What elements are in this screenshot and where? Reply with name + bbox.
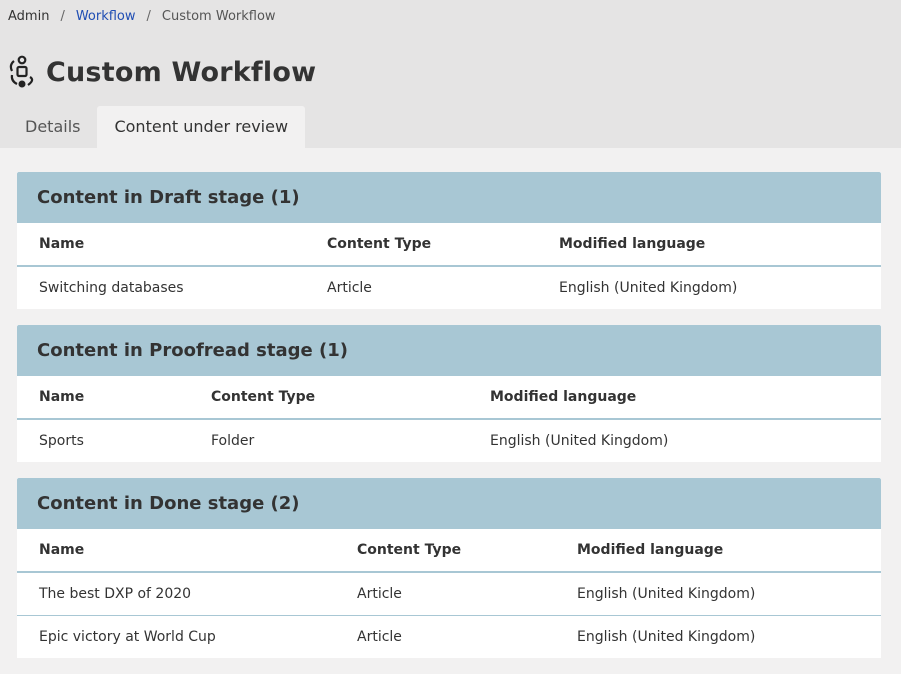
cell-modified-language: English (United Kingdom)	[490, 433, 669, 449]
column-header-name: Name	[17, 223, 305, 267]
column-header-modified-language: Modified language	[555, 529, 881, 573]
column-header-modified-language: Modified language	[537, 223, 881, 267]
cell-content-type: Folder	[211, 433, 255, 449]
page-title: Custom Workflow	[46, 56, 317, 88]
column-header-modified-language: Modified language	[468, 376, 881, 420]
cell-name[interactable]: Epic victory at World Cup	[17, 614, 335, 658]
breadcrumb-separator: /	[60, 9, 65, 24]
content-table: Name Content Type Modified language The …	[17, 529, 881, 658]
column-header-content-type: Content Type	[189, 376, 468, 420]
tab-bar: Details Content under review	[8, 106, 306, 148]
cell-name[interactable]: Sports	[17, 419, 189, 462]
cell-content-type: Article	[335, 614, 555, 658]
section-title: Content in Done stage (2)	[17, 478, 881, 529]
table-row[interactable]: Epic victory at World Cup Article Englis…	[17, 614, 881, 658]
content-table: Name Content Type Modified language Swit…	[17, 223, 881, 309]
cell-modified-language: English (United Kingdom)	[577, 585, 756, 602]
tab-details[interactable]: Details	[8, 106, 97, 148]
table-row[interactable]: Switching databases Article English (Uni…	[17, 266, 881, 309]
section-title: Content in Draft stage (1)	[17, 172, 881, 223]
cell-name[interactable]: The best DXP of 2020	[17, 572, 335, 615]
content-table: Name Content Type Modified language Spor…	[17, 376, 881, 462]
page-header: Admin / Workflow / Custom Workflow Custo…	[0, 0, 901, 148]
section-draft-stage: Content in Draft stage (1) Name Content …	[17, 172, 881, 309]
breadcrumb-current: Custom Workflow	[161, 9, 276, 24]
table-row[interactable]: The best DXP of 2020 Article English (Un…	[17, 572, 881, 615]
column-header-content-type: Content Type	[335, 529, 555, 573]
title-row: Custom Workflow	[8, 55, 316, 89]
tab-content-under-review[interactable]: Content under review	[97, 106, 306, 148]
column-header-name: Name	[17, 376, 189, 420]
workflow-icon	[8, 55, 38, 89]
cell-content-type: Article	[357, 585, 402, 602]
cell-modified-language: English (United Kingdom)	[559, 280, 738, 296]
section-proofread-stage: Content in Proofread stage (1) Name Cont…	[17, 325, 881, 462]
breadcrumb-workflow[interactable]: Workflow	[76, 9, 136, 24]
breadcrumb: Admin / Workflow / Custom Workflow	[8, 9, 276, 24]
column-header-name: Name	[17, 529, 335, 573]
section-title: Content in Proofread stage (1)	[17, 325, 881, 376]
cell-modified-language: English (United Kingdom)	[555, 614, 881, 658]
column-header-content-type: Content Type	[305, 223, 537, 267]
table-row[interactable]: Sports Folder English (United Kingdom)	[17, 419, 881, 462]
cell-name[interactable]: Switching databases	[17, 266, 305, 309]
cell-content-type: Article	[327, 280, 372, 296]
breadcrumb-admin[interactable]: Admin	[8, 9, 49, 24]
breadcrumb-separator: /	[146, 9, 151, 24]
section-done-stage: Content in Done stage (2) Name Content T…	[17, 478, 881, 658]
content-area: Content in Draft stage (1) Name Content …	[17, 172, 881, 674]
